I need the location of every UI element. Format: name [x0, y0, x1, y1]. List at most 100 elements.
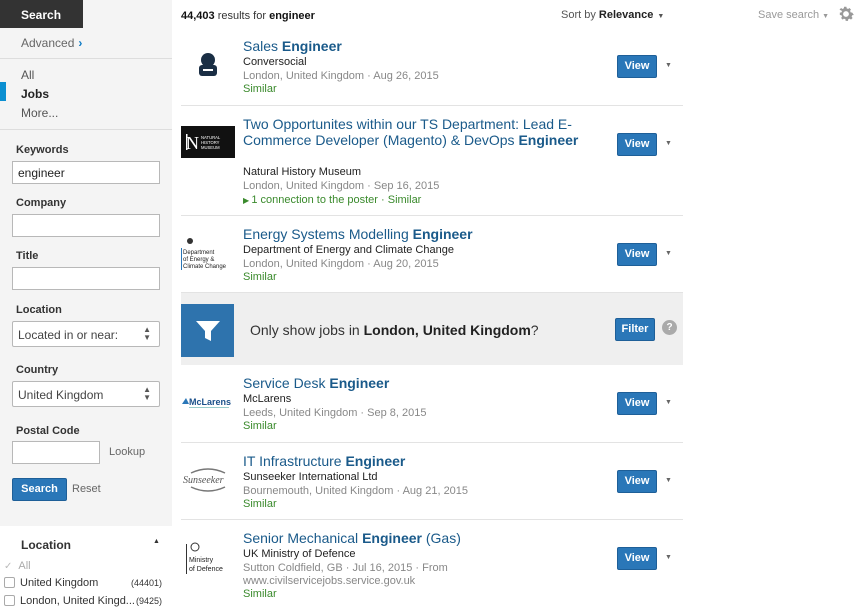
keywords-input[interactable]: engineer [12, 161, 160, 184]
sunseeker-logo-icon: Sunseeker [183, 468, 226, 492]
filter-text-pre: Only show jobs in [250, 322, 364, 338]
similar-link[interactable]: Similar [243, 83, 277, 95]
similar-link[interactable]: Similar [243, 420, 277, 432]
check-icon: ✓ [4, 561, 13, 572]
company-label: Company [16, 197, 67, 209]
selected-marker [0, 82, 6, 101]
sort-dropdown[interactable]: Sort by Relevance ▼ [561, 9, 664, 21]
type-jobs[interactable]: Jobs [21, 87, 49, 101]
job-title[interactable]: Sales Engineer [243, 38, 583, 54]
similar-link[interactable]: Similar [243, 498, 277, 510]
collapse-caret-icon[interactable]: ▲ [153, 538, 160, 545]
job-card[interactable]: N NATURAL HISTORY MUSEUM Two Opportunite… [181, 106, 683, 216]
job-title-text: Service Desk [243, 375, 330, 391]
company-name[interactable]: McLarens [243, 393, 291, 405]
svg-text:of Energy &: of Energy & [183, 257, 214, 263]
view-button[interactable]: View [617, 547, 657, 570]
job-title-suffix: (Gas) [421, 530, 461, 546]
save-search-label: Save search [758, 9, 820, 21]
location-facet: Location ▲ ✓ All United Kingdom (44401) Lo… [0, 526, 172, 609]
job-meta: London, United Kingdom · Aug 26, 2015 [243, 70, 439, 82]
job-title[interactable]: Two Opportunites within our TS Departmen… [243, 116, 583, 148]
view-button[interactable]: View [617, 470, 657, 493]
country-select[interactable]: United Kingdom ▲ ▼ [12, 381, 160, 407]
svg-text:MUSEUM: MUSEUM [201, 145, 220, 150]
caret-down-icon[interactable]: ▼ [665, 399, 672, 406]
keywords-label: Keywords [16, 144, 69, 156]
checkbox[interactable] [4, 595, 15, 606]
similar-link[interactable]: Similar [243, 271, 277, 283]
type-all[interactable]: All [21, 68, 34, 82]
caret-down-icon[interactable]: ▼ [665, 62, 672, 69]
funnel-icon [195, 320, 220, 341]
facet-count: (44401) [130, 578, 162, 588]
job-title[interactable]: Service Desk Engineer [243, 375, 583, 391]
job-card[interactable]: Sales Engineer Conversocial London, Unit… [181, 28, 683, 106]
location-filter-banner: Only show jobs in London, United Kingdom… [181, 293, 683, 365]
help-icon[interactable]: ? [662, 320, 677, 335]
caret-down-icon[interactable]: ▼ [665, 140, 672, 147]
facet-item-uk[interactable]: United Kingdom (44401) [4, 577, 170, 589]
job-card[interactable]: McLarens Service Desk Engineer McLarens … [181, 365, 683, 443]
job-card[interactable]: Department of Energy & Climate Change En… [181, 216, 683, 293]
title-input[interactable] [12, 267, 160, 290]
view-button[interactable]: View [617, 392, 657, 415]
job-meta: Sutton Coldfield, GB · Jul 16, 2015 · Fr… [243, 562, 448, 574]
job-title[interactable]: Energy Systems Modelling Engineer [243, 226, 583, 242]
job-card[interactable]: Sunseeker IT Infrastructure Engineer Sun… [181, 443, 683, 520]
select-arrows-icon: ▲ ▼ [143, 325, 151, 342]
company-logo: Sunseeker [181, 463, 235, 497]
svg-text:Climate Change: Climate Change [183, 264, 227, 270]
save-search-dropdown[interactable]: Save search ▼ [758, 9, 829, 21]
facet-item-london[interactable]: London, United Kingd... (9425) [4, 595, 170, 607]
filter-icon [181, 304, 234, 357]
location-select[interactable]: Located in or near: ▲ ▼ [12, 321, 160, 347]
divider [0, 129, 172, 130]
search-tab[interactable]: Search [0, 0, 83, 28]
company-input[interactable] [12, 214, 160, 237]
divider [0, 58, 172, 59]
postal-code-label: Postal Code [16, 425, 80, 437]
facet-item-all[interactable]: ✓ All [4, 560, 170, 572]
view-button[interactable]: View [617, 243, 657, 266]
checkbox[interactable] [4, 577, 15, 588]
job-card[interactable]: Ministry of Defence Senior Mechanical En… [181, 520, 683, 609]
nhm-logo-icon: N NATURAL HISTORY MUSEUM [181, 126, 235, 158]
advanced-search-link[interactable]: Advanced › [21, 36, 82, 50]
postal-code-input[interactable] [12, 441, 100, 464]
gear-icon[interactable] [836, 4, 856, 24]
company-name[interactable]: Natural History Museum [243, 166, 361, 178]
job-title-keyword: Engineer [329, 375, 390, 391]
company-name[interactable]: Department of Energy and Climate Change [243, 244, 454, 256]
location-select-value: Located in or near: [18, 328, 119, 342]
results-count: 44,403 results for engineer [181, 10, 315, 22]
connections-link[interactable]: ▶ 1 connection to the poster · Similar [243, 194, 421, 206]
job-title-keyword: Engineer [345, 453, 406, 469]
job-title[interactable]: Senior Mechanical Engineer (Gas) [243, 530, 583, 546]
view-button[interactable]: View [617, 55, 657, 78]
job-title[interactable]: IT Infrastructure Engineer [243, 453, 583, 469]
lookup-link[interactable]: Lookup [109, 446, 145, 458]
view-button[interactable]: View [617, 133, 657, 156]
search-button[interactable]: Search [12, 478, 67, 501]
location-label: Location [16, 304, 62, 316]
caret-down-icon[interactable]: ▼ [665, 554, 672, 561]
type-more[interactable]: More... [21, 106, 58, 120]
caret-down-icon[interactable]: ▼ [665, 477, 672, 484]
decc-logo-icon: Department of Energy & Climate Change [181, 238, 227, 270]
company-name[interactable]: Conversocial [243, 56, 307, 68]
search-sidebar: Search Advanced › All Jobs More... Keywor… [0, 0, 172, 609]
job-title-text: IT Infrastructure [243, 453, 346, 469]
filter-button[interactable]: Filter [615, 318, 655, 341]
caret-down-icon: ▼ [657, 13, 665, 20]
caret-down-icon[interactable]: ▼ [665, 250, 672, 257]
select-arrows-icon: ▲ ▼ [143, 385, 151, 402]
reset-link[interactable]: Reset [72, 483, 101, 495]
company-name[interactable]: Sunseeker International Ltd [243, 471, 378, 483]
filter-prompt: Only show jobs in London, United Kingdom… [250, 322, 539, 338]
job-meta: London, United Kingdom · Aug 20, 2015 [243, 258, 439, 270]
company-name[interactable]: UK Ministry of Defence [243, 548, 355, 560]
svg-text:Sunseeker: Sunseeker [183, 475, 224, 486]
svg-text:of Defence: of Defence [189, 566, 223, 573]
similar-link[interactable]: Similar [243, 588, 277, 600]
